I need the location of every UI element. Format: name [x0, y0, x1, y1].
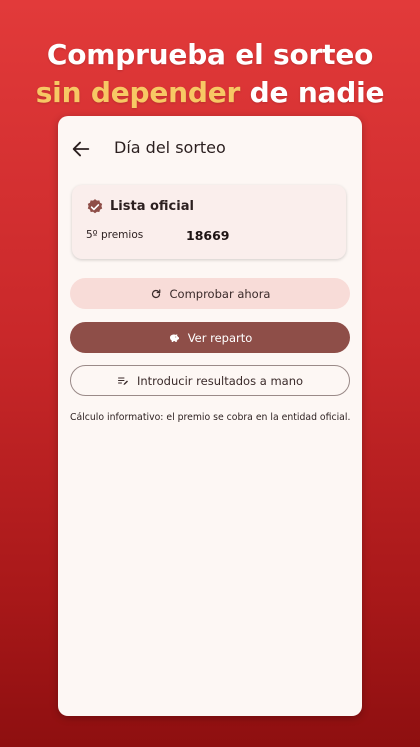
prize-number: 18669 [186, 228, 230, 243]
app-screen: Día del sorteo Lista oficial 5º premios … [58, 116, 362, 716]
arrow-left-icon[interactable] [70, 138, 92, 160]
headline-line-2: sin depender de nadie [0, 74, 420, 112]
disclaimer-note: Cálculo informativo: el premio se cobra … [70, 412, 351, 423]
edit-list-icon [117, 377, 128, 385]
headline-highlight: sin depender [35, 76, 241, 109]
app-bar: Día del sorteo [58, 116, 362, 182]
view-distribution-label: Ver reparto [187, 330, 253, 345]
page-title: Día del sorteo [114, 138, 226, 157]
official-list-card: Lista oficial 5º premios 18669 [72, 185, 346, 259]
check-now-label: Comprobar ahora [169, 286, 271, 301]
promo-headline: Comprueba el sorteo sin depender de nadi… [0, 36, 420, 112]
headline-line-1: Comprueba el sorteo [46, 38, 374, 71]
headline-line-2-rest: de nadie [240, 76, 385, 109]
manual-entry-button[interactable]: Introducir resultados a mano [70, 365, 350, 396]
piggy-bank-icon [169, 333, 179, 342]
verified-badge-icon [87, 199, 103, 214]
card-title: Lista oficial [110, 199, 194, 214]
manual-entry-label: Introducir resultados a mano [136, 373, 304, 388]
refresh-icon [151, 288, 160, 298]
prize-label: 5º premios [86, 229, 144, 241]
view-distribution-button[interactable]: Ver reparto [70, 322, 350, 353]
check-now-button[interactable]: Comprobar ahora [70, 278, 350, 309]
